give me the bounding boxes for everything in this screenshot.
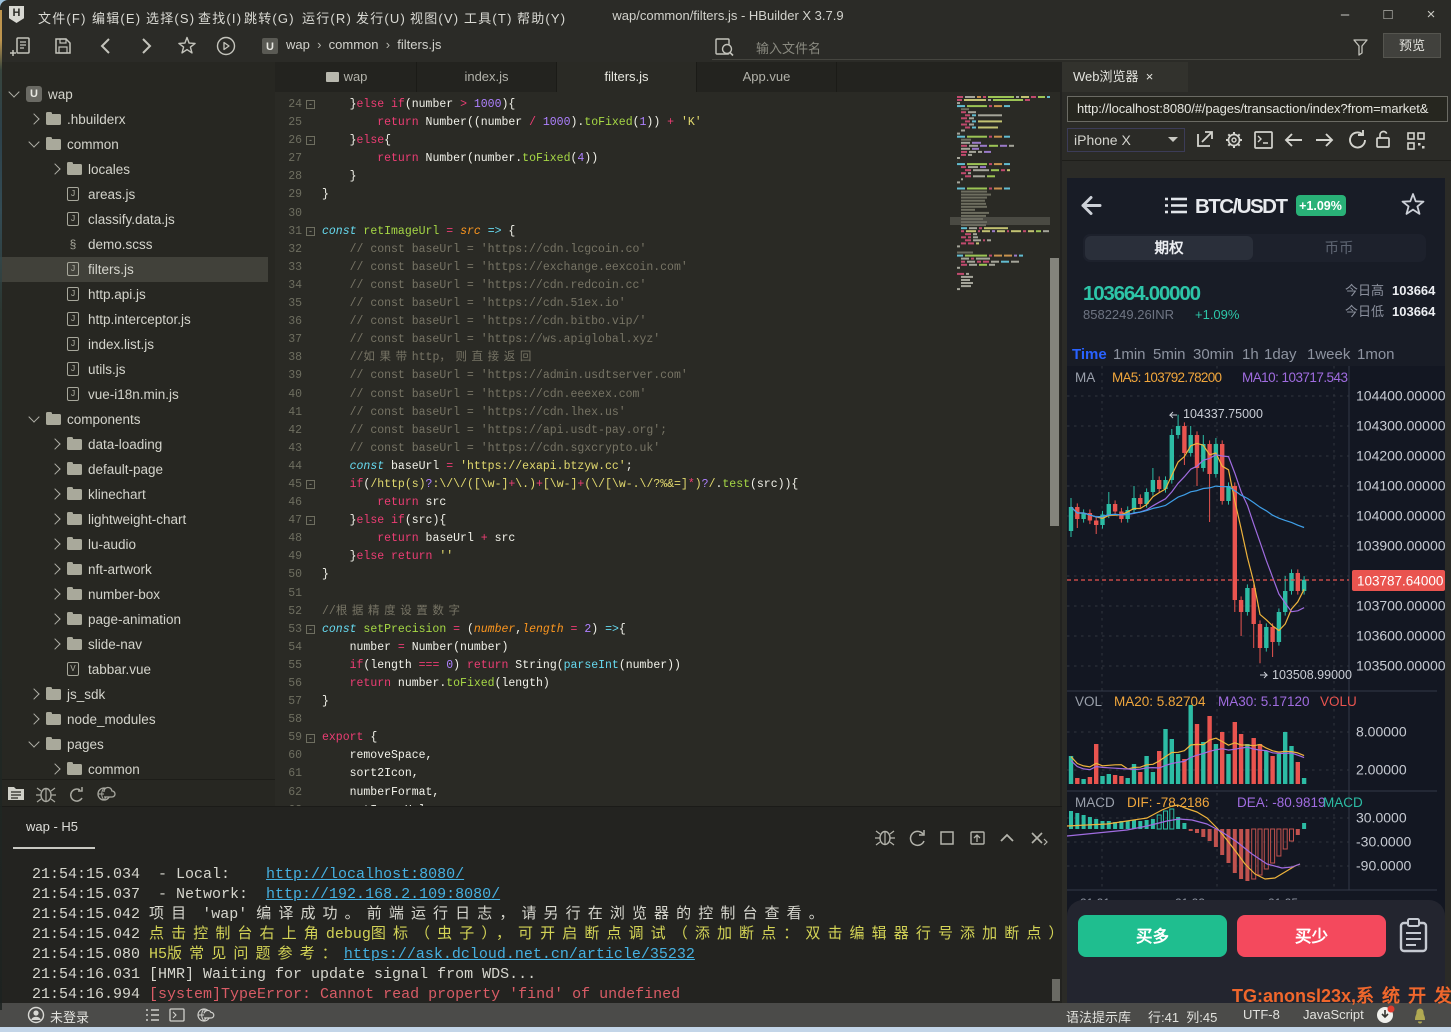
svg-text:+1.09%: +1.09% — [1195, 307, 1240, 322]
svg-text:今日高: 今日高 — [1345, 283, 1384, 298]
svg-text:BTC/USDT: BTC/USDT — [1195, 195, 1288, 218]
svg-text:103500.00000: 103500.00000 — [1356, 658, 1445, 674]
svg-text:Time: Time — [1072, 346, 1107, 363]
svg-text:103900.00000: 103900.00000 — [1356, 538, 1445, 554]
svg-text:1min: 1min — [1113, 346, 1146, 363]
svg-text:今日低: 今日低 — [1345, 304, 1384, 319]
svg-text:1mon: 1mon — [1357, 346, 1395, 363]
svg-text:VOL: VOL — [1075, 694, 1103, 709]
svg-text:期权: 期权 — [1155, 239, 1184, 257]
svg-text:104200.00000: 104200.00000 — [1356, 448, 1445, 464]
svg-text:1day: 1day — [1264, 346, 1297, 363]
svg-text:5min: 5min — [1153, 346, 1186, 363]
svg-text:MA10: 103717.543: MA10: 103717.543 — [1242, 370, 1348, 385]
svg-text:30min: 30min — [1193, 346, 1234, 363]
svg-text:MA20: 5.82704: MA20: 5.82704 — [1114, 694, 1206, 709]
svg-text:2.00000: 2.00000 — [1356, 762, 1407, 778]
svg-text:U: U — [266, 41, 274, 53]
svg-text:104300.00000: 104300.00000 — [1356, 418, 1445, 434]
svg-text:MA30: 5.17120: MA30: 5.17120 — [1218, 694, 1310, 709]
svg-text:8.00000: 8.00000 — [1356, 724, 1407, 740]
svg-text:103508.99000: 103508.99000 — [1272, 668, 1352, 682]
svg-text:1week: 1week — [1307, 346, 1351, 363]
svg-text:103787.64000: 103787.64000 — [1357, 574, 1443, 589]
svg-text:+1.09%: +1.09% — [1299, 199, 1342, 213]
svg-text:-90.0000: -90.0000 — [1356, 858, 1411, 874]
svg-text:103664: 103664 — [1392, 283, 1436, 298]
svg-text:DIF: -78.2186: DIF: -78.2186 — [1127, 795, 1210, 810]
svg-text:103664: 103664 — [1392, 304, 1436, 319]
svg-text:MA: MA — [1075, 370, 1095, 385]
svg-text:VOLU: VOLU — [1320, 694, 1357, 709]
svg-text:103700.00000: 103700.00000 — [1356, 598, 1445, 614]
svg-text:-30.0000: -30.0000 — [1356, 834, 1411, 850]
svg-text:104337.75000: 104337.75000 — [1183, 407, 1263, 421]
svg-text:104400.00000: 104400.00000 — [1356, 388, 1445, 404]
svg-text:买多: 买多 — [1136, 926, 1169, 946]
svg-text:MACD: MACD — [1075, 795, 1115, 810]
svg-text:1h: 1h — [1242, 346, 1259, 363]
svg-text:MACD: MACD — [1323, 795, 1363, 810]
svg-text:104000.00000: 104000.00000 — [1356, 508, 1445, 524]
svg-text:30.0000: 30.0000 — [1356, 810, 1407, 826]
svg-text:103600.00000: 103600.00000 — [1356, 628, 1445, 644]
svg-text:8582249.26INR: 8582249.26INR — [1083, 307, 1174, 322]
svg-text:币币: 币币 — [1325, 240, 1354, 257]
svg-text:103664.00000: 103664.00000 — [1083, 282, 1201, 305]
svg-text:104100.00000: 104100.00000 — [1356, 478, 1445, 494]
svg-text:MA5: 103792.78200: MA5: 103792.78200 — [1112, 370, 1222, 385]
svg-text:买少: 买少 — [1295, 927, 1329, 946]
svg-text:DEA: -80.9819: DEA: -80.9819 — [1237, 795, 1326, 810]
